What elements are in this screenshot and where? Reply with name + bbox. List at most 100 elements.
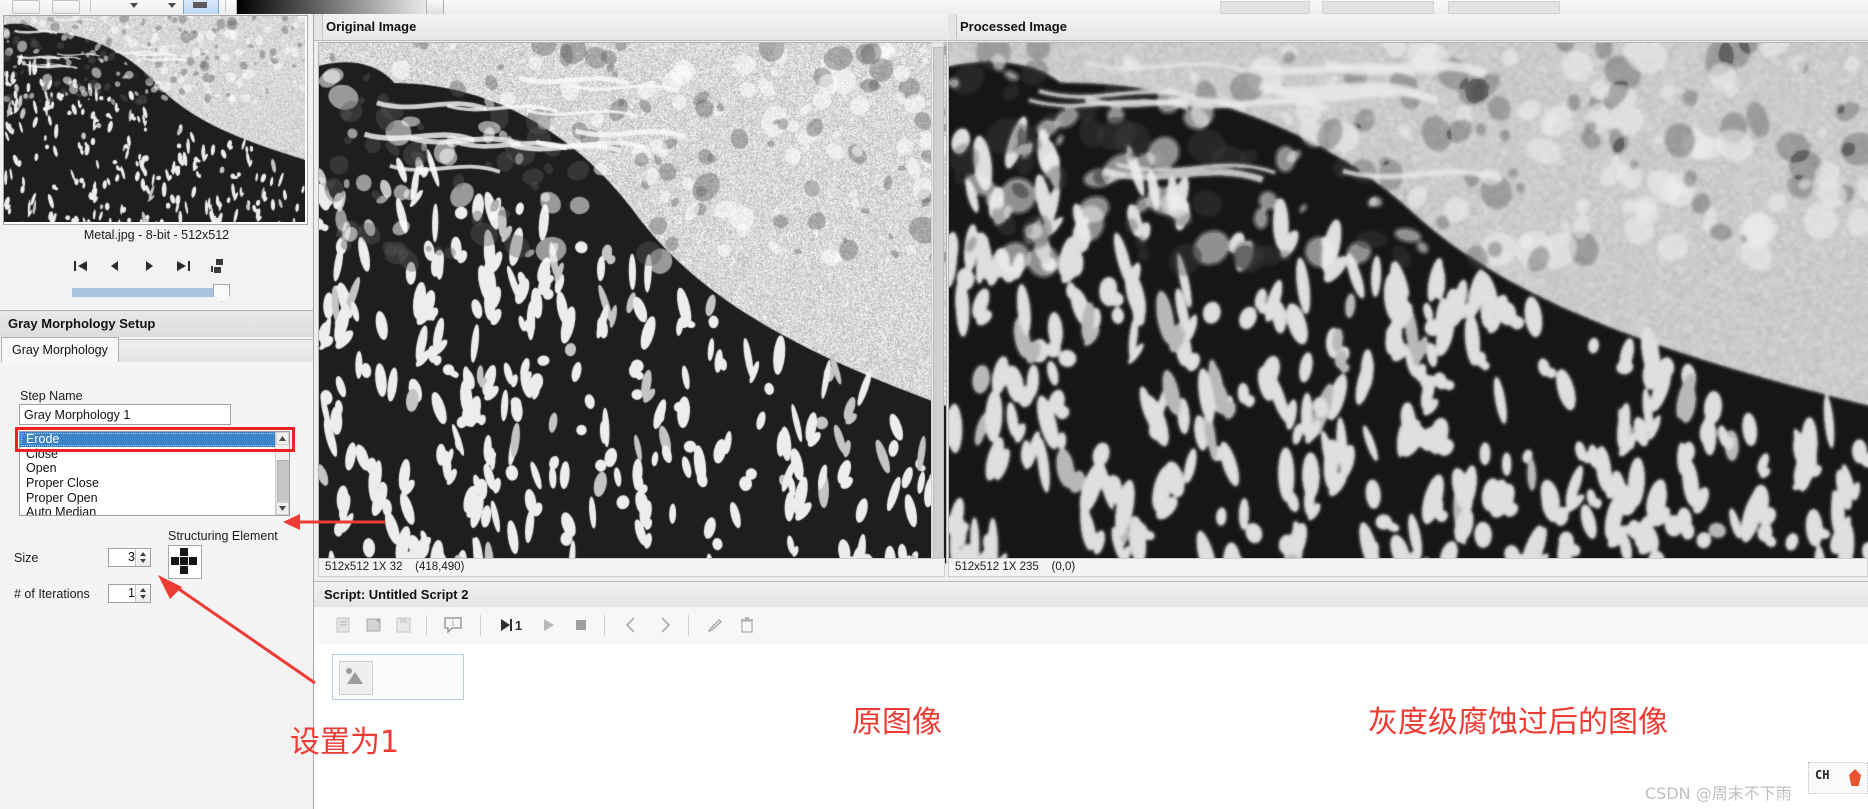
script-canvas[interactable] <box>314 644 1868 809</box>
delete-icon[interactable] <box>734 614 760 636</box>
structuring-element-label: Structuring Element <box>168 529 278 543</box>
edit-icon[interactable] <box>702 614 728 636</box>
thumbnail-preview[interactable] <box>3 15 308 225</box>
size-stepper-buttons[interactable] <box>135 549 150 566</box>
toolbar-divider-1 <box>90 0 91 13</box>
run-once-icon[interactable]: 1 <box>494 614 528 636</box>
step-forward-icon[interactable] <box>652 614 678 636</box>
size-increment-icon[interactable] <box>140 552 146 556</box>
step-name-label: Step Name <box>20 389 83 403</box>
step-back-icon[interactable] <box>618 614 644 636</box>
last-frame-icon[interactable] <box>168 252 198 280</box>
processed-image-header: Processed Image <box>948 14 1868 41</box>
gradient-lut-preview[interactable] <box>236 0 444 15</box>
gradient-lut-knob[interactable] <box>426 0 444 15</box>
operation-listbox[interactable]: Erode Close Open Proper Close Proper Open Aut… <box>19 431 290 516</box>
operation-list-scrollbar[interactable] <box>275 432 289 515</box>
run-icon[interactable] <box>536 614 562 636</box>
tabstrip-filler <box>105 339 313 363</box>
original-image-statusbar: 512x512 1X 32 (418,490) <box>318 558 945 577</box>
script-panel-header: Script: Untitled Script 2 <box>314 581 1868 609</box>
script-toolbar-divider-2 <box>480 615 481 636</box>
frame-slider[interactable] <box>72 284 230 302</box>
layout-icon[interactable] <box>202 252 232 280</box>
structuring-element-preview[interactable] <box>168 545 202 579</box>
gray-morphology-panel: Step Name ErodeCloseOpenProper CloseProp… <box>0 362 313 661</box>
run-once-label: 1 <box>514 617 523 633</box>
processed-image-statusbar: 512x512 1X 235 (0,0) <box>948 558 1868 577</box>
toolbar-ghost-2 <box>1322 1 1434 14</box>
operation-option-close[interactable]: Close <box>20 447 289 462</box>
scroll-up-icon[interactable] <box>276 432 289 445</box>
scrollbar-thumb[interactable] <box>277 460 289 504</box>
toolbar-active-tool[interactable] <box>183 0 219 15</box>
size-label: Size <box>14 551 39 565</box>
script-step-thumbnail <box>339 661 373 695</box>
top-toolbar-strip <box>0 0 1868 15</box>
size-stepper[interactable]: 3 <box>108 548 151 567</box>
dropdown-caret-1-icon[interactable] <box>130 3 138 8</box>
iterations-value: 1 <box>128 586 135 600</box>
tab-gray-morphology[interactable]: Gray Morphology <box>1 337 119 363</box>
iterations-increment-icon[interactable] <box>140 588 146 592</box>
script-title: Script: Untitled Script 2 <box>324 587 469 602</box>
next-frame-icon[interactable] <box>134 252 164 280</box>
new-script-icon[interactable] <box>332 614 356 636</box>
toolbar-divider-2 <box>225 0 226 13</box>
iterations-stepper[interactable]: 1 <box>108 584 151 603</box>
ime-mode-label: CH <box>1815 768 1830 782</box>
script-toolbar-divider-4 <box>688 615 689 636</box>
svg-text:i: i <box>452 618 455 628</box>
iterations-decrement-icon[interactable] <box>140 595 146 599</box>
toolbar-button-2[interactable] <box>52 0 80 14</box>
original-image-title: Original Image <box>326 19 417 34</box>
iterations-label: # of Iterations <box>14 587 90 601</box>
operation-option-proper-close[interactable]: Proper Close <box>20 476 289 491</box>
main-view-area: Original Image Processed Image 512x512 1… <box>314 14 1868 809</box>
operation-option-erode[interactable]: Erode <box>20 432 289 447</box>
left-panel: Metal.jpg - 8-bit - 512x512 Gray Morphol… <box>0 14 314 809</box>
script-toolbar: i 1 <box>314 607 1868 645</box>
step-name-input[interactable] <box>19 404 231 425</box>
operation-option-auto-median[interactable]: Auto Median <box>20 505 289 515</box>
script-toolbar-divider-3 <box>604 615 605 636</box>
processed-image-pane[interactable] <box>948 42 1868 564</box>
ime-indicator[interactable]: CH <box>1808 762 1868 794</box>
toolbar-ghost-1 <box>1220 1 1310 14</box>
setup-panel-title: Gray Morphology Setup <box>8 316 156 331</box>
operation-option-open[interactable]: Open <box>20 461 289 476</box>
frame-navigation-bar <box>0 252 313 282</box>
view-splitter[interactable] <box>931 42 944 562</box>
stop-icon[interactable] <box>568 614 594 636</box>
toolbar-button-1[interactable] <box>12 0 40 14</box>
processed-status-text: 512x512 1X 235 (0,0) <box>955 561 1076 573</box>
size-decrement-icon[interactable] <box>140 559 146 563</box>
processed-image-canvas <box>949 43 1868 563</box>
info-icon[interactable]: i <box>440 614 466 636</box>
frame-slider-knob[interactable] <box>213 284 230 302</box>
thumbnail-label: Metal.jpg - 8-bit - 512x512 <box>83 228 230 242</box>
size-value: 3 <box>128 550 135 564</box>
save-script-icon[interactable] <box>392 614 416 636</box>
application-window: Metal.jpg - 8-bit - 512x512 Gray Morphol… <box>0 0 1868 809</box>
frame-slider-track[interactable] <box>72 288 218 297</box>
original-status-text: 512x512 1X 32 (418,490) <box>325 561 465 573</box>
previous-frame-icon[interactable] <box>100 252 130 280</box>
first-frame-icon[interactable] <box>66 252 96 280</box>
script-step-node[interactable] <box>332 654 464 700</box>
setup-tabstrip: Gray Morphology <box>0 337 313 363</box>
dropdown-caret-2-icon[interactable] <box>168 3 176 8</box>
operation-option-proper-open[interactable]: Proper Open <box>20 491 289 506</box>
processed-image-title: Processed Image <box>960 19 1067 34</box>
iterations-stepper-buttons[interactable] <box>135 585 150 602</box>
original-image-canvas <box>319 43 946 563</box>
ime-logo-icon <box>1849 769 1861 786</box>
script-toolbar-divider-1 <box>426 615 427 636</box>
original-image-pane[interactable] <box>318 42 947 564</box>
original-image-header: Original Image <box>314 14 947 41</box>
operation-list[interactable]: Erode Close Open Proper Close Proper Open Aut… <box>20 432 289 515</box>
processed-header-stub <box>948 14 957 39</box>
scroll-down-icon[interactable] <box>276 502 289 515</box>
open-script-icon[interactable] <box>362 614 386 636</box>
thumbnail-canvas <box>4 16 305 222</box>
